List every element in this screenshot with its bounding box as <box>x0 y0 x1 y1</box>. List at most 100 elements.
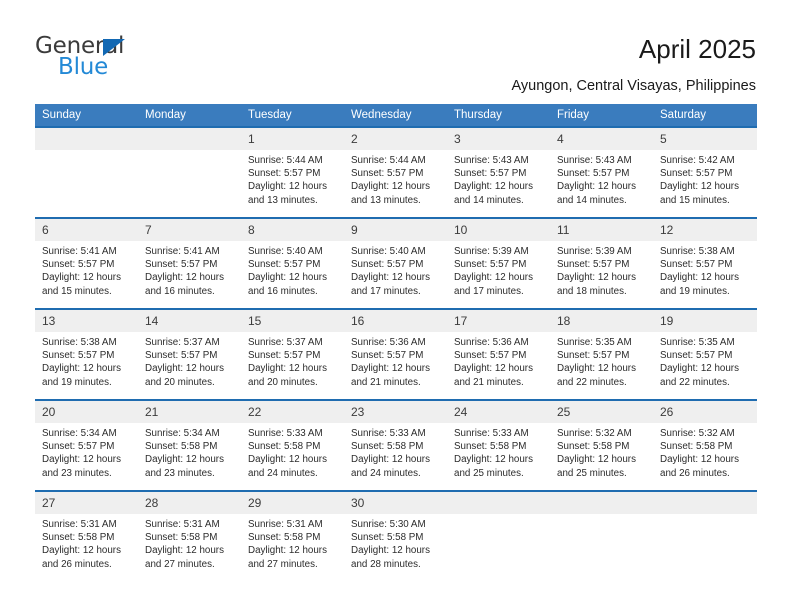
day-number[interactable]: 21 <box>138 401 241 423</box>
day-cell[interactable]: Sunrise: 5:35 AM Sunset: 5:57 PM Daylight:… <box>653 332 757 399</box>
sunrise-text: Sunrise: 5:30 AM <box>351 519 426 530</box>
day-cell[interactable]: Sunrise: 5:35 AM Sunset: 5:57 PM Daylight:… <box>550 332 653 399</box>
day-cell[interactable]: Sunrise: 5:42 AM Sunset: 5:57 PM Daylight:… <box>653 150 757 217</box>
day-number[interactable]: 26 <box>653 401 757 423</box>
day-cell[interactable]: Sunrise: 5:40 AM Sunset: 5:57 PM Daylight:… <box>241 241 344 308</box>
day-number[interactable]: 15 <box>241 310 344 332</box>
sunset-text: Sunset: 5:57 PM <box>660 350 733 362</box>
daylight-text-line2: and 18 minutes. <box>557 285 627 297</box>
sunrise-text: Sunrise: 5:40 AM <box>248 246 323 257</box>
day-number[interactable]: 23 <box>344 401 447 423</box>
daylight-text-line2: and 23 minutes. <box>145 467 215 479</box>
daylight-text-line1: Daylight: 12 hours <box>145 272 224 284</box>
day-number[interactable]: 25 <box>550 401 653 423</box>
weekday-header-thursday: Thursday <box>447 104 550 126</box>
day-cell[interactable]: Sunrise: 5:34 AM Sunset: 5:57 PM Daylight:… <box>35 423 138 490</box>
day-number[interactable]: 8 <box>241 219 344 241</box>
day-cell[interactable]: Sunrise: 5:36 AM Sunset: 5:57 PM Daylight:… <box>447 332 550 399</box>
sunset-text: Sunset: 5:57 PM <box>351 168 424 180</box>
daylight-text-line1: Daylight: 12 hours <box>660 363 739 375</box>
weekday-header-wednesday: Wednesday <box>344 104 447 126</box>
day-cell[interactable]: Sunrise: 5:30 AM Sunset: 5:58 PM Daylight:… <box>344 514 447 581</box>
sunrise-text: Sunrise: 5:38 AM <box>42 337 117 348</box>
daylight-text-line1: Daylight: 12 hours <box>248 454 327 466</box>
day-number[interactable]: 24 <box>447 401 550 423</box>
day-number[interactable]: 20 <box>35 401 138 423</box>
daylight-text-line1: Daylight: 12 hours <box>660 272 739 284</box>
day-number[interactable]: 2 <box>344 128 447 150</box>
sunset-text: Sunset: 5:57 PM <box>454 350 527 362</box>
day-number[interactable]: 9 <box>344 219 447 241</box>
day-cell[interactable]: Sunrise: 5:32 AM Sunset: 5:58 PM Daylight:… <box>550 423 653 490</box>
sunset-text: Sunset: 5:57 PM <box>248 259 321 271</box>
sunset-text: Sunset: 5:58 PM <box>660 441 733 453</box>
daylight-text-line2: and 22 minutes. <box>660 376 730 388</box>
daylight-text-line2: and 16 minutes. <box>248 285 318 297</box>
day-cell[interactable]: Sunrise: 5:41 AM Sunset: 5:57 PM Daylight:… <box>35 241 138 308</box>
day-cell[interactable]: Sunrise: 5:31 AM Sunset: 5:58 PM Daylight:… <box>241 514 344 581</box>
daylight-text-line1: Daylight: 12 hours <box>351 272 430 284</box>
sunrise-text: Sunrise: 5:41 AM <box>42 246 117 257</box>
day-detail-row: Sunrise: 5:38 AM Sunset: 5:57 PM Daylight:… <box>35 332 757 399</box>
day-cell[interactable]: Sunrise: 5:39 AM Sunset: 5:57 PM Daylight:… <box>447 241 550 308</box>
daylight-text-line1: Daylight: 12 hours <box>351 454 430 466</box>
day-cell[interactable]: Sunrise: 5:38 AM Sunset: 5:57 PM Daylight:… <box>653 241 757 308</box>
day-cell[interactable]: Sunrise: 5:33 AM Sunset: 5:58 PM Daylight:… <box>447 423 550 490</box>
sunset-text: Sunset: 5:57 PM <box>351 259 424 271</box>
day-number-empty <box>550 492 653 514</box>
sunrise-text: Sunrise: 5:42 AM <box>660 155 735 166</box>
day-number[interactable]: 14 <box>138 310 241 332</box>
day-cell[interactable]: Sunrise: 5:38 AM Sunset: 5:57 PM Daylight:… <box>35 332 138 399</box>
day-cell[interactable]: Sunrise: 5:43 AM Sunset: 5:57 PM Daylight:… <box>550 150 653 217</box>
day-cell[interactable]: Sunrise: 5:39 AM Sunset: 5:57 PM Daylight:… <box>550 241 653 308</box>
day-number[interactable]: 30 <box>344 492 447 514</box>
sunrise-text: Sunrise: 5:41 AM <box>145 246 220 257</box>
daylight-text-line2: and 26 minutes. <box>660 467 730 479</box>
sunset-text: Sunset: 5:58 PM <box>145 532 218 544</box>
day-cell[interactable]: Sunrise: 5:32 AM Sunset: 5:58 PM Daylight:… <box>653 423 757 490</box>
day-number[interactable]: 29 <box>241 492 344 514</box>
sunset-text: Sunset: 5:57 PM <box>351 350 424 362</box>
day-cell[interactable]: Sunrise: 5:44 AM Sunset: 5:57 PM Daylight:… <box>241 150 344 217</box>
day-cell[interactable]: Sunrise: 5:41 AM Sunset: 5:57 PM Daylight:… <box>138 241 241 308</box>
day-number[interactable]: 12 <box>653 219 757 241</box>
day-number[interactable]: 4 <box>550 128 653 150</box>
day-cell[interactable]: Sunrise: 5:31 AM Sunset: 5:58 PM Daylight:… <box>138 514 241 581</box>
day-cell[interactable]: Sunrise: 5:33 AM Sunset: 5:58 PM Daylight:… <box>344 423 447 490</box>
day-cell[interactable]: Sunrise: 5:40 AM Sunset: 5:57 PM Daylight:… <box>344 241 447 308</box>
day-number[interactable]: 7 <box>138 219 241 241</box>
day-cell[interactable]: Sunrise: 5:43 AM Sunset: 5:57 PM Daylight:… <box>447 150 550 217</box>
day-number[interactable]: 11 <box>550 219 653 241</box>
day-number[interactable]: 13 <box>35 310 138 332</box>
day-number[interactable]: 22 <box>241 401 344 423</box>
day-number[interactable]: 27 <box>35 492 138 514</box>
day-number[interactable]: 10 <box>447 219 550 241</box>
day-cell[interactable]: Sunrise: 5:37 AM Sunset: 5:57 PM Daylight:… <box>138 332 241 399</box>
day-number[interactable]: 16 <box>344 310 447 332</box>
day-number[interactable]: 3 <box>447 128 550 150</box>
sunset-text: Sunset: 5:57 PM <box>660 168 733 180</box>
page-location: Ayungon, Central Visayas, Philippines <box>511 78 756 94</box>
day-number[interactable]: 28 <box>138 492 241 514</box>
day-number[interactable]: 5 <box>653 128 757 150</box>
day-number[interactable]: 6 <box>35 219 138 241</box>
sunset-text: Sunset: 5:58 PM <box>145 441 218 453</box>
daylight-text-line1: Daylight: 12 hours <box>42 454 121 466</box>
day-number[interactable]: 1 <box>241 128 344 150</box>
day-cell[interactable]: Sunrise: 5:44 AM Sunset: 5:57 PM Daylight:… <box>344 150 447 217</box>
day-cell[interactable]: Sunrise: 5:36 AM Sunset: 5:57 PM Daylight:… <box>344 332 447 399</box>
daylight-text-line1: Daylight: 12 hours <box>557 363 636 375</box>
day-number[interactable]: 18 <box>550 310 653 332</box>
sunrise-text: Sunrise: 5:40 AM <box>351 246 426 257</box>
calendar-table: Sunday Monday Tuesday Wednesday Thursday… <box>35 104 757 581</box>
day-cell[interactable]: Sunrise: 5:37 AM Sunset: 5:57 PM Daylight:… <box>241 332 344 399</box>
day-cell[interactable]: Sunrise: 5:34 AM Sunset: 5:58 PM Daylight:… <box>138 423 241 490</box>
daylight-text-line1: Daylight: 12 hours <box>454 454 533 466</box>
general-blue-logo: General Blue <box>35 33 235 80</box>
sunset-text: Sunset: 5:58 PM <box>42 532 115 544</box>
day-cell[interactable]: Sunrise: 5:31 AM Sunset: 5:58 PM Daylight:… <box>35 514 138 581</box>
day-cell[interactable]: Sunrise: 5:33 AM Sunset: 5:58 PM Daylight:… <box>241 423 344 490</box>
day-number[interactable]: 17 <box>447 310 550 332</box>
day-number[interactable]: 19 <box>653 310 757 332</box>
daylight-text-line2: and 20 minutes. <box>248 376 318 388</box>
